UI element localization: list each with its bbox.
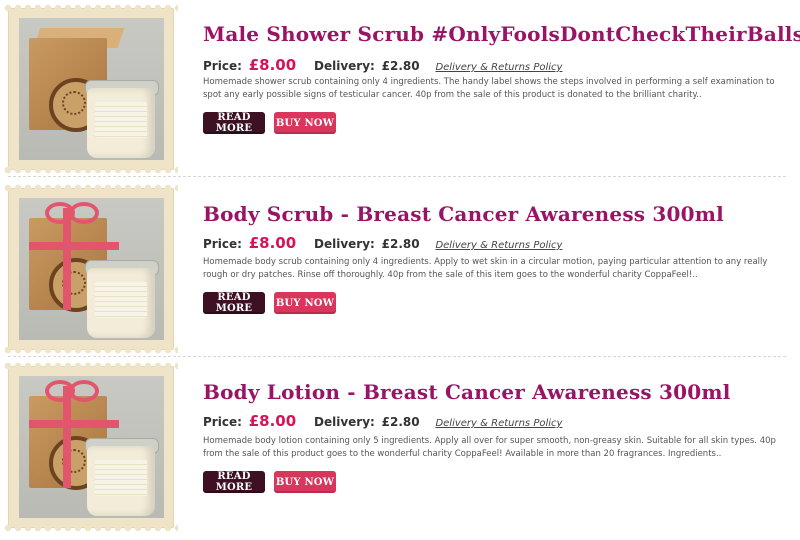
price-value: £8.00 bbox=[248, 56, 297, 74]
product-title[interactable]: Body Scrub - Breast Cancer Awareness 300… bbox=[203, 202, 724, 226]
price-value: £8.00 bbox=[248, 234, 297, 252]
buy-now-button[interactable]: BUY NOW bbox=[274, 292, 336, 314]
product-title[interactable]: Body Lotion - Breast Cancer Awareness 30… bbox=[203, 380, 731, 404]
delivery-value: £2.80 bbox=[381, 237, 420, 251]
read-more-button[interactable]: READ MORE bbox=[203, 292, 265, 314]
product-description: Homemade body scrub containing only 4 in… bbox=[203, 257, 768, 280]
product-card: Male Shower Scrub #OnlyFoolsDontCheckThe… bbox=[0, 4, 800, 182]
product-title[interactable]: Male Shower Scrub #OnlyFoolsDontCheckThe… bbox=[203, 22, 800, 46]
product-image-frame bbox=[4, 4, 178, 174]
product-meta: Price: £8.00 Delivery: £2.80 Delivery & … bbox=[203, 412, 562, 430]
product-actions: READ MORE BUY NOW bbox=[203, 112, 403, 134]
product-image[interactable] bbox=[19, 198, 164, 340]
buy-now-button[interactable]: BUY NOW bbox=[274, 471, 336, 493]
divider bbox=[8, 176, 786, 177]
divider bbox=[8, 356, 786, 357]
delivery-label: Delivery: bbox=[314, 59, 375, 73]
product-card: Body Lotion - Breast Cancer Awareness 30… bbox=[0, 362, 800, 540]
delivery-label: Delivery: bbox=[314, 415, 375, 429]
price-label: Price: bbox=[203, 415, 242, 429]
product-description: Homemade body lotion containing only 5 i… bbox=[203, 436, 776, 459]
product-actions: READ MORE BUY NOW bbox=[203, 471, 403, 493]
read-more-button[interactable]: READ MORE bbox=[203, 471, 265, 493]
product-meta: Price: £8.00 Delivery: £2.80 Delivery & … bbox=[203, 56, 562, 74]
product-image[interactable] bbox=[19, 376, 164, 518]
price-label: Price: bbox=[203, 59, 242, 73]
product-actions: READ MORE BUY NOW bbox=[203, 292, 403, 314]
product-description: Homemade shower scrub containing only 4 … bbox=[203, 77, 775, 100]
delivery-label: Delivery: bbox=[314, 237, 375, 251]
product-image[interactable] bbox=[19, 18, 164, 160]
product-image-frame bbox=[4, 184, 178, 354]
read-more-button[interactable]: READ MORE bbox=[203, 112, 265, 134]
delivery-returns-link[interactable]: Delivery & Returns Policy bbox=[435, 240, 562, 251]
delivery-returns-link[interactable]: Delivery & Returns Policy bbox=[435, 62, 562, 73]
delivery-returns-link[interactable]: Delivery & Returns Policy bbox=[435, 418, 562, 429]
delivery-value: £2.80 bbox=[381, 59, 420, 73]
product-meta: Price: £8.00 Delivery: £2.80 Delivery & … bbox=[203, 234, 562, 252]
product-card: Body Scrub - Breast Cancer Awareness 300… bbox=[0, 184, 800, 362]
price-label: Price: bbox=[203, 237, 242, 251]
product-listing: Male Shower Scrub #OnlyFoolsDontCheckThe… bbox=[0, 0, 800, 538]
price-value: £8.00 bbox=[248, 412, 297, 430]
product-image-frame bbox=[4, 362, 178, 532]
buy-now-button[interactable]: BUY NOW bbox=[274, 112, 336, 134]
delivery-value: £2.80 bbox=[381, 415, 420, 429]
